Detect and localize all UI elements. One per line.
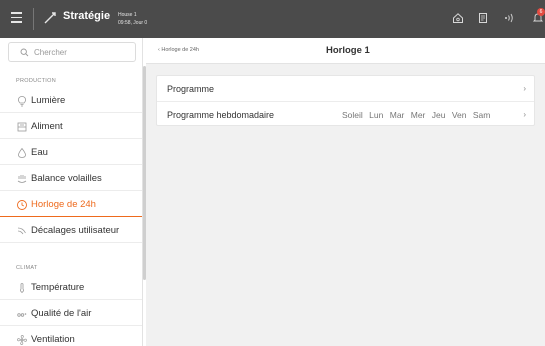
- row-programme-hebdomadaire[interactable]: Programme hebdomadaire Soleil Lun Mar Me…: [157, 101, 534, 126]
- divider: [33, 8, 34, 30]
- sub-header: ‹ Horloge de 24h Horloge 1: [146, 38, 545, 64]
- search-icon: [20, 48, 29, 57]
- clock-icon: [17, 200, 27, 210]
- search-placeholder: Chercher: [34, 48, 67, 57]
- fan-icon: [17, 335, 27, 345]
- house-name: House 1: [118, 12, 137, 18]
- day-label: Soleil: [342, 110, 363, 120]
- sidebar-item-label: Température: [31, 282, 85, 293]
- main-content: ‹ Horloge de 24h Horloge 1 Programme › P…: [146, 38, 545, 346]
- sidebar-item-temperature[interactable]: Température: [0, 275, 142, 300]
- signal-icon[interactable]: [503, 12, 515, 24]
- search-input[interactable]: Chercher: [8, 42, 136, 62]
- sidebar-item-label: Balance volailles: [31, 173, 102, 184]
- user-offset-icon: [17, 227, 26, 235]
- day-label: Mar: [389, 110, 405, 120]
- menu-icon[interactable]: [11, 12, 22, 23]
- sidebar-item-label: Ventilation: [31, 334, 75, 345]
- sidebar-item-lumiere[interactable]: Lumière: [0, 88, 142, 113]
- row-label: Programme: [167, 84, 215, 94]
- breadcrumb: Horloge de 24h: [161, 47, 199, 53]
- weekdays-list: Soleil Lun Mar Mer Jeu Ven Sam: [342, 110, 494, 120]
- sidebar-item-eau[interactable]: Eau: [0, 140, 142, 165]
- top-bar: Stratégie House 1 09:58, Jour 0 6: [0, 0, 545, 38]
- back-link[interactable]: ‹ Horloge de 24h: [158, 47, 199, 53]
- sidebar-item-label: Qualité de l'air: [31, 308, 92, 319]
- poultry-scale-icon: [17, 175, 27, 183]
- notification-badge: 6: [537, 8, 545, 16]
- row-label: Programme hebdomadaire: [167, 110, 275, 120]
- app-title: Stratégie: [63, 10, 111, 22]
- sidebar-item-label: Eau: [31, 147, 48, 158]
- row-programme[interactable]: Programme ›: [157, 76, 534, 101]
- chevron-left-icon: ‹: [158, 47, 160, 53]
- sidebar-item-balance-volailles[interactable]: Balance volailles: [0, 166, 142, 191]
- home-icon[interactable]: [452, 12, 464, 24]
- day-label: Ven: [451, 110, 467, 120]
- day-label: Mer: [410, 110, 426, 120]
- house-info: House 1 09:58, Jour 0: [118, 11, 147, 27]
- feed-icon: [17, 122, 27, 132]
- thermometer-icon: [20, 283, 24, 294]
- section-climat: CLIMAT: [16, 265, 38, 271]
- sidebar: Chercher PRODUCTION Lumière Aliment Eau …: [0, 38, 143, 346]
- air-quality-icon: [17, 313, 27, 317]
- sidebar-item-decalages[interactable]: Décalages utilisateur: [0, 218, 142, 243]
- time-day: 09:58, Jour 0: [118, 20, 148, 26]
- strategy-icon: [44, 12, 56, 24]
- lightbulb-icon: [18, 96, 26, 107]
- day-label: Jeu: [431, 110, 446, 120]
- water-drop-icon: [18, 147, 26, 158]
- page-title: Horloge 1: [326, 45, 370, 56]
- document-icon[interactable]: [477, 12, 489, 24]
- sidebar-item-label: Horloge de 24h: [31, 199, 96, 210]
- sidebar-item-aliment[interactable]: Aliment: [0, 114, 142, 139]
- day-label: Lun: [369, 110, 384, 120]
- section-production: PRODUCTION: [16, 78, 56, 84]
- chevron-right-icon: ›: [523, 110, 526, 119]
- sidebar-item-qualite-air[interactable]: Qualité de l'air: [0, 301, 142, 326]
- chevron-right-icon: ›: [523, 84, 526, 93]
- sidebar-item-label: Aliment: [31, 121, 63, 132]
- sidebar-item-label: Décalages utilisateur: [31, 225, 120, 236]
- sidebar-item-horloge[interactable]: Horloge de 24h: [0, 192, 142, 217]
- sidebar-item-ventilation[interactable]: Ventilation: [0, 327, 142, 346]
- day-label: Sam: [472, 110, 491, 120]
- sidebar-item-label: Lumière: [31, 95, 66, 106]
- settings-card: Programme › Programme hebdomadaire Solei…: [156, 75, 535, 126]
